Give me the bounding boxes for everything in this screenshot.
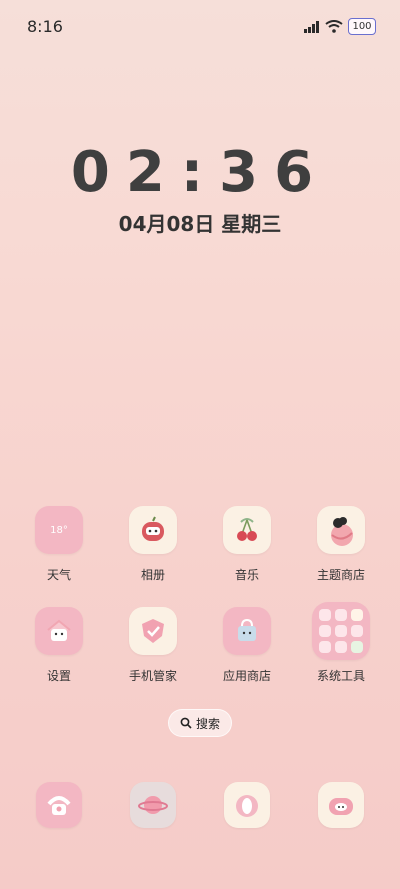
mini-app-icon — [351, 625, 363, 637]
app-theme-store[interactable]: 主题商店 — [301, 506, 381, 583]
status-time: 8:16 — [27, 17, 63, 36]
mini-app-icon — [319, 641, 331, 653]
app-label: 天气 — [46, 568, 71, 582]
music-icon — [223, 506, 271, 554]
search-label: 搜索 — [195, 716, 220, 731]
app-phone-manager[interactable]: 手机管家 — [113, 607, 193, 684]
mini-app-icon — [319, 609, 331, 621]
app-app-store[interactable]: 应用商店 — [207, 607, 287, 684]
app-label: 应用商店 — [222, 669, 271, 683]
phone-manager-icon — [129, 607, 177, 655]
dock-camera[interactable] — [301, 782, 381, 828]
app-weather[interactable]: 18° 天气 — [19, 506, 99, 583]
mini-app-icon — [335, 609, 347, 621]
app-label: 主题商店 — [316, 568, 365, 582]
gallery-icon — [129, 506, 177, 554]
clock-time: 02:36 — [70, 140, 330, 205]
mini-app-icon — [319, 625, 331, 637]
settings-icon — [35, 607, 83, 655]
app-gallery[interactable]: 相册 — [113, 506, 193, 583]
app-music[interactable]: 音乐 — [207, 506, 287, 583]
status-icons: 100 — [304, 18, 376, 35]
phone-icon — [36, 782, 82, 828]
app-label: 设置 — [46, 669, 71, 683]
camera-icon — [318, 782, 364, 828]
app-label: 系统工具 — [316, 669, 365, 683]
app-store-icon — [223, 607, 271, 655]
dock-messages[interactable] — [207, 782, 287, 828]
clock-date: 04月08日 星期三 — [118, 212, 282, 236]
app-label: 相册 — [140, 568, 165, 582]
weather-icon: 18° — [35, 506, 83, 554]
app-label: 音乐 — [234, 568, 259, 582]
messages-icon — [224, 782, 270, 828]
browser-planet-icon — [130, 782, 176, 828]
mini-app-icon — [351, 641, 363, 653]
wifi-icon — [325, 20, 343, 33]
mini-app-icon — [351, 609, 363, 621]
signal-icon — [304, 20, 319, 33]
search-icon — [180, 717, 192, 729]
theme-store-icon — [317, 506, 365, 554]
system-tools-folder-icon — [312, 602, 370, 660]
mini-app-icon — [335, 641, 347, 653]
search-button[interactable]: 搜索 — [168, 709, 232, 737]
app-label: 手机管家 — [128, 669, 177, 683]
app-settings[interactable]: 设置 — [19, 607, 99, 684]
app-system-tools-folder[interactable]: 系统工具 — [301, 602, 381, 684]
dock-phone[interactable] — [19, 782, 99, 828]
battery-indicator: 100 — [348, 18, 376, 35]
mini-app-icon — [335, 625, 347, 637]
dock-browser[interactable] — [113, 782, 193, 828]
